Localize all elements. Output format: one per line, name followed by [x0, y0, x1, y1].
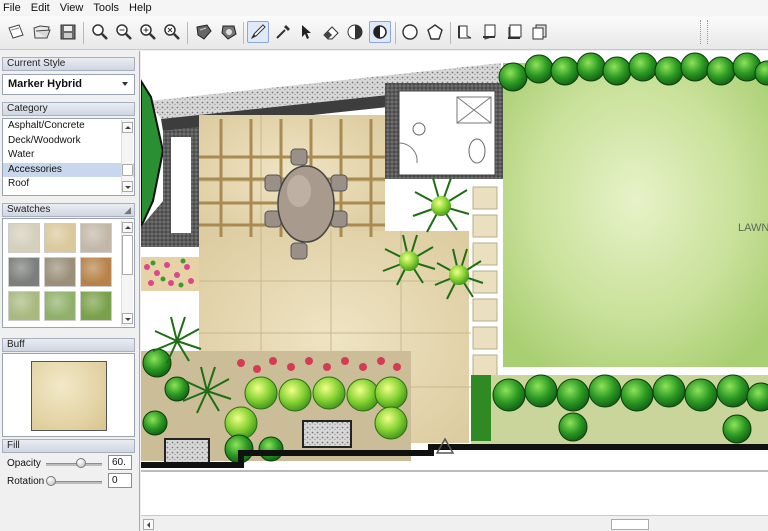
- eyedropper-icon[interactable]: [272, 21, 294, 43]
- scroll-thumb[interactable]: [122, 235, 133, 275]
- eraser-icon[interactable]: [320, 21, 342, 43]
- swatch[interactable]: [80, 291, 112, 321]
- zoom-fit-icon[interactable]: [161, 21, 183, 43]
- pointer-icon[interactable]: [296, 21, 318, 43]
- scroll-down-icon[interactable]: [122, 313, 133, 324]
- menu-tools[interactable]: Tools: [88, 0, 124, 16]
- toolbar-separator: [243, 22, 244, 44]
- swatches-panel: [2, 218, 135, 328]
- landscape-plan[interactable]: LAWN: [141, 51, 768, 515]
- opacity-label: Opacity: [7, 458, 41, 469]
- menu-view[interactable]: View: [55, 0, 89, 16]
- swatches-scrollbar[interactable]: [121, 220, 133, 326]
- category-list[interactable]: Asphalt/Concrete Deck/Woodwork Water Acc…: [2, 118, 135, 196]
- scroll-up-icon[interactable]: [122, 222, 133, 233]
- layer-icon[interactable]: [454, 21, 476, 43]
- menu-edit[interactable]: Edit: [26, 0, 55, 16]
- category-header: Category: [2, 102, 135, 116]
- swatch-grid: [8, 223, 116, 321]
- open-folder-icon[interactable]: [31, 21, 53, 43]
- selected-swatch-header: Buff: [2, 338, 135, 352]
- zoom-in-icon[interactable]: [137, 21, 159, 43]
- swatch[interactable]: [44, 257, 76, 287]
- canvas-scrollbar[interactable]: [141, 515, 768, 531]
- current-style-select[interactable]: Marker Hybrid: [2, 74, 135, 95]
- swatch[interactable]: [8, 223, 40, 253]
- rotation-slider-handle[interactable]: [46, 476, 56, 486]
- scroll-left-icon[interactable]: [143, 519, 154, 530]
- toolbar-grip[interactable]: [700, 20, 708, 44]
- zoom-out-icon[interactable]: [113, 21, 135, 43]
- toolbar-separator: [450, 22, 451, 44]
- toolbar: [0, 16, 768, 50]
- menu-bar: File Edit View Tools Help: [0, 0, 768, 16]
- opacity-input[interactable]: 60.: [108, 455, 132, 470]
- swatches-header: Swatches ◢: [2, 203, 135, 217]
- fill-header: Fill: [2, 439, 135, 453]
- style-panel: Current Style Marker Hybrid Category Asp…: [0, 51, 140, 531]
- resize-grip-icon[interactable]: ◢: [124, 204, 131, 216]
- lawn-label: LAWN: [738, 222, 768, 234]
- list-item-selected[interactable]: Accessories: [3, 162, 134, 177]
- shadow-icon[interactable]: [344, 21, 366, 43]
- swatch[interactable]: [44, 291, 76, 321]
- swatch-preview-panel: [2, 353, 135, 437]
- current-style-header: Current Style: [2, 57, 135, 71]
- list-item[interactable]: Roof: [3, 177, 134, 192]
- swatch[interactable]: [8, 257, 40, 287]
- rotation-label: Rotation: [7, 476, 45, 487]
- swatch-preview: [31, 361, 107, 431]
- drawing-canvas[interactable]: LAWN: [141, 51, 768, 515]
- swatch[interactable]: [8, 291, 40, 321]
- chevron-down-icon: [122, 82, 128, 86]
- stamp-alt-icon[interactable]: [218, 21, 240, 43]
- rotation-slider[interactable]: [48, 481, 102, 484]
- new-document-icon[interactable]: [5, 21, 27, 43]
- swatch[interactable]: [80, 257, 112, 287]
- toolbar-separator: [395, 22, 396, 44]
- zoom-icon[interactable]: [89, 21, 111, 43]
- opacity-slider-handle[interactable]: [75, 458, 86, 468]
- category-scrollbar[interactable]: [121, 120, 133, 194]
- scroll-thumb[interactable]: [611, 519, 649, 530]
- menu-help[interactable]: Help: [124, 0, 157, 16]
- swatch[interactable]: [44, 223, 76, 253]
- opacity-slider[interactable]: [46, 463, 102, 466]
- circle-icon[interactable]: [399, 21, 421, 43]
- pentagon-icon[interactable]: [424, 21, 446, 43]
- layer-shadow-icon[interactable]: [529, 21, 551, 43]
- stamp-icon[interactable]: [193, 21, 215, 43]
- swatch[interactable]: [80, 223, 112, 253]
- pen-icon[interactable]: [247, 21, 269, 43]
- menu-file[interactable]: File: [0, 0, 26, 16]
- current-style-value: Marker Hybrid: [8, 78, 82, 90]
- list-item[interactable]: Deck/Woodwork: [3, 134, 134, 149]
- scroll-thumb[interactable]: [122, 164, 133, 176]
- layer-alt-icon[interactable]: [479, 21, 501, 43]
- toolbar-separator: [83, 22, 84, 44]
- scroll-up-icon[interactable]: [122, 122, 133, 133]
- contrast-icon[interactable]: [369, 21, 391, 43]
- save-icon[interactable]: [57, 21, 79, 43]
- app-window: File Edit View Tools Help Current Style …: [0, 0, 768, 531]
- swatches-header-label: Swatches: [7, 204, 51, 215]
- toolbar-separator: [187, 22, 188, 44]
- scroll-down-icon[interactable]: [122, 181, 133, 192]
- layer-stack-icon[interactable]: [504, 21, 526, 43]
- list-item[interactable]: Asphalt/Concrete: [3, 119, 134, 134]
- rotation-input[interactable]: 0: [108, 473, 132, 488]
- list-item[interactable]: Water: [3, 148, 134, 163]
